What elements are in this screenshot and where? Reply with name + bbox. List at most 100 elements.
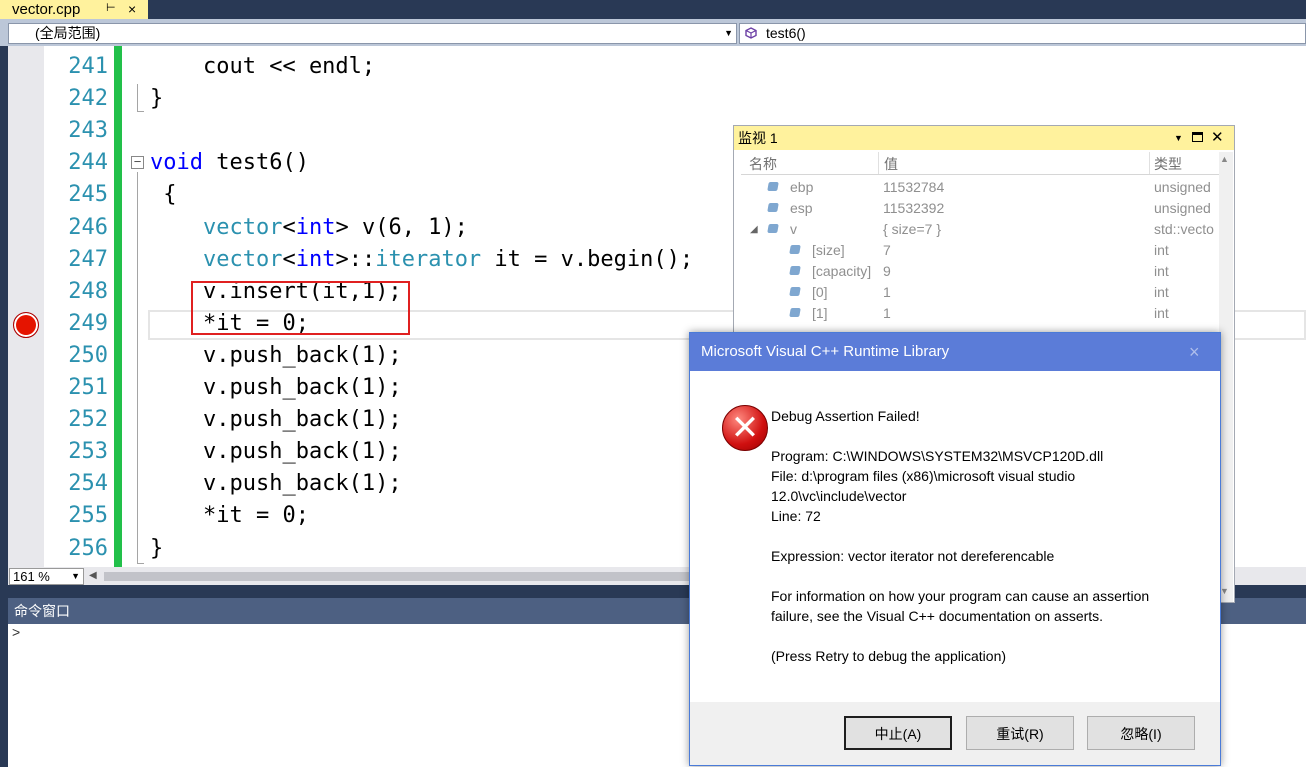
code-token: <: [282, 215, 296, 240]
variable-icon: [789, 287, 801, 296]
line-number: 254: [68, 471, 108, 496]
column-value-header[interactable]: 值: [884, 154, 898, 174]
code-line[interactable]: cout << endl;: [150, 51, 375, 83]
watch-row[interactable]: esp 11532392 unsigned: [741, 198, 1219, 219]
dialog-text-line: Program: C:\WINDOWS\SYSTEM32\MSVCP120D.d…: [771, 448, 1104, 464]
close-icon[interactable]: ×: [128, 0, 136, 18]
code-token: *it = 0;: [150, 503, 309, 528]
column-name-header[interactable]: 名称: [749, 154, 777, 174]
code-token: v.push_back(1);: [150, 407, 402, 432]
dialog-text-line: Debug Assertion Failed!: [771, 408, 920, 424]
code-line[interactable]: vector<int> v(6, 1);: [150, 212, 468, 244]
watch-value[interactable]: 1: [883, 303, 891, 324]
watch-row[interactable]: ebp 11532784 unsigned: [741, 177, 1219, 198]
code-line[interactable]: *it = 0;: [150, 500, 309, 532]
watch-value[interactable]: 9: [883, 261, 891, 282]
maximize-icon[interactable]: [1192, 132, 1203, 142]
chevron-down-icon[interactable]: ▼: [1174, 126, 1183, 150]
vertical-scrollbar[interactable]: [1219, 152, 1233, 602]
watch-type: int: [1154, 263, 1169, 279]
line-number: 244: [68, 150, 108, 175]
fold-line-end: [137, 111, 144, 112]
code-line[interactable]: }: [150, 533, 163, 565]
watch-name: [1]: [812, 305, 828, 321]
column-divider[interactable]: [878, 152, 879, 174]
line-number: 242: [68, 86, 108, 111]
tab-bar: [0, 0, 1306, 19]
dialog-title: Microsoft Visual C++ Runtime Library: [690, 333, 1220, 371]
abort-button[interactable]: 中止(A): [844, 716, 952, 750]
watch-value[interactable]: 1: [883, 282, 891, 303]
watch-row[interactable]: [0] 1 int: [741, 282, 1219, 303]
line-number: 245: [68, 182, 108, 207]
variable-icon: [789, 266, 801, 275]
pin-icon[interactable]: ⊢: [106, 0, 116, 17]
code-token: int: [295, 247, 336, 272]
variable-icon: [789, 308, 801, 317]
watch-row[interactable]: [capacity] 9 int: [741, 261, 1219, 282]
code-token: v.push_back(1);: [150, 439, 402, 464]
scope-dropdown[interactable]: (全局范围) ▼: [8, 23, 737, 44]
line-number: 241: [68, 54, 108, 79]
code-token: }: [150, 536, 164, 561]
code-line[interactable]: {: [150, 179, 176, 211]
code-line[interactable]: v.push_back(1);: [150, 372, 402, 404]
zoom-dropdown[interactable]: 161 % ▼: [9, 568, 84, 585]
line-number: 248: [68, 279, 108, 304]
function-dropdown[interactable]: test6(): [739, 23, 1306, 44]
watch-row[interactable]: [1] 1 int: [741, 303, 1219, 324]
watch-name: [capacity]: [812, 263, 872, 279]
watch-row[interactable]: [size] 7 int: [741, 240, 1219, 261]
scrollbar-thumb[interactable]: [104, 572, 694, 581]
code-line[interactable]: vector<int>::iterator it = v.begin();: [150, 244, 693, 276]
scroll-up-icon[interactable]: ▲: [1220, 154, 1229, 164]
watch-value[interactable]: 7: [883, 240, 891, 261]
code-token: iterator: [375, 247, 482, 272]
code-line[interactable]: void test6(): [150, 147, 309, 179]
close-icon[interactable]: ✕: [1211, 126, 1224, 149]
watch-value[interactable]: 11532392: [883, 198, 944, 219]
scroll-down-icon[interactable]: ▼: [1220, 586, 1229, 596]
indicator-margin[interactable]: [8, 46, 44, 567]
watch-name: [size]: [812, 242, 845, 258]
dialog-text-line: File: d:\program files (x86)\microsoft v…: [771, 468, 1076, 484]
chevron-down-icon: ▼: [724, 28, 733, 38]
code-line[interactable]: v.push_back(1);: [150, 436, 402, 468]
ignore-button[interactable]: 忽略(I): [1087, 716, 1195, 750]
scroll-left-icon[interactable]: ◀: [89, 568, 97, 584]
highlight-annotation-box: [191, 281, 410, 335]
watch-value[interactable]: { size=7 }: [883, 219, 941, 240]
dialog-text-line: (Press Retry to debug the application): [771, 648, 1007, 664]
tab-vector-cpp[interactable]: vector.cpp ⊢ ×: [0, 0, 148, 19]
code-line[interactable]: }: [150, 83, 163, 115]
watch-type: unsigned: [1154, 179, 1211, 195]
watch-name: esp: [790, 200, 813, 216]
close-icon[interactable]: ×: [1189, 335, 1200, 369]
line-number: 256: [68, 536, 108, 561]
line-number: 249: [68, 311, 108, 336]
fold-line: [137, 172, 138, 564]
watch-name: [0]: [812, 284, 828, 300]
retry-button[interactable]: 重试(R): [966, 716, 1074, 750]
collapse-icon[interactable]: −: [131, 155, 144, 169]
code-line[interactable]: v.push_back(1);: [150, 340, 402, 372]
column-type-header[interactable]: 类型: [1154, 154, 1182, 174]
column-divider[interactable]: [1149, 152, 1150, 174]
watch-row[interactable]: ◢ v { size=7 } std::vecto: [741, 219, 1219, 240]
dialog-text-line: failure, see the Visual C++ documentatio…: [771, 608, 1104, 624]
code-token: }: [150, 86, 164, 111]
fold-line: [137, 84, 138, 112]
code-line[interactable]: v.push_back(1);: [150, 404, 402, 436]
function-label: test6(): [766, 25, 806, 41]
error-x-icon: ✕: [730, 408, 760, 448]
line-number: 255: [68, 503, 108, 528]
line-number: 250: [68, 343, 108, 368]
expand-icon[interactable]: ◢: [750, 219, 758, 240]
variable-icon: [767, 224, 779, 233]
chevron-down-icon: ▼: [71, 571, 80, 581]
code-line[interactable]: v.push_back(1);: [150, 468, 402, 500]
breakpoint-icon[interactable]: [13, 312, 39, 338]
watch-value[interactable]: 11532784: [883, 177, 944, 198]
